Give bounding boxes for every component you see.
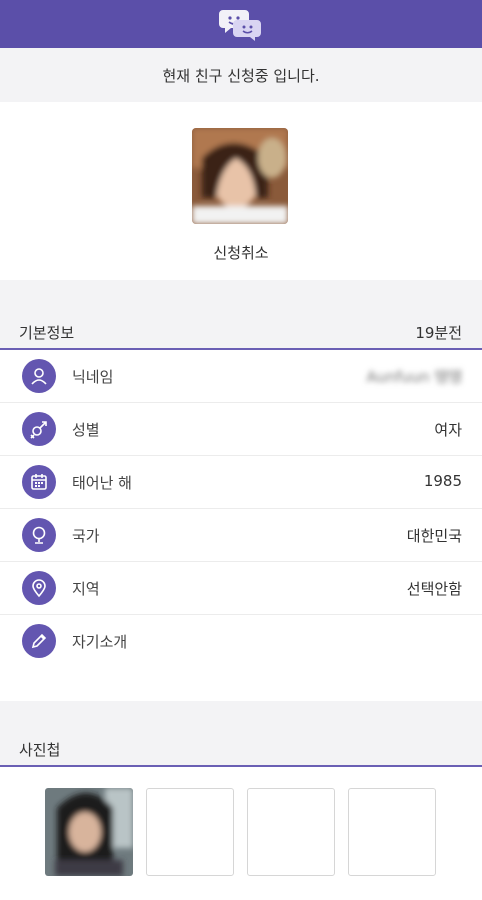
cancel-request-label: 신청취소 (213, 244, 269, 262)
info-row-introduction: 자기소개 (0, 615, 482, 701)
birth-year-label: 태어난 해 (72, 474, 132, 492)
chat-bubbles-icon (219, 10, 261, 41)
basic-info-header: 기본정보 19분전 (0, 308, 482, 350)
album-header: 사진첩 (0, 725, 482, 767)
album-photo-slot-empty[interactable] (247, 788, 335, 876)
app-header (0, 0, 482, 48)
birth-year-value: 1985 (423, 472, 462, 490)
introduction-label: 자기소개 (72, 633, 128, 651)
gender-label: 성별 (72, 421, 100, 439)
photo-album (0, 768, 482, 900)
info-row-region: 지역 선택안함 (0, 562, 482, 615)
calendar-icon (22, 465, 56, 499)
cancel-request-button[interactable]: 신청취소 (0, 242, 482, 263)
location-pin-icon (22, 571, 56, 605)
region-value: 선택안함 (406, 580, 462, 598)
profile-photo[interactable] (192, 128, 288, 224)
friend-request-status: 현재 친구 신청중 입니다. (0, 48, 482, 102)
last-active-time: 19분전 (415, 324, 462, 342)
status-message: 현재 친구 신청중 입니다. (162, 66, 320, 85)
country-value: 대한민국 (406, 527, 462, 545)
person-icon (22, 359, 56, 393)
info-row-birth-year: 태어난 해 1985 (0, 456, 482, 509)
info-row-nickname: 닉네임 Aunfuun 땡땡 (0, 350, 482, 403)
pencil-icon (22, 624, 56, 658)
country-label: 국가 (72, 527, 100, 545)
info-row-country: 국가 대한민국 (0, 509, 482, 562)
album-photo-image (45, 788, 133, 876)
nickname-value: Aunfuun 땡땡 (366, 368, 462, 386)
region-label: 지역 (72, 580, 100, 598)
globe-icon (22, 518, 56, 552)
album-photo[interactable] (45, 788, 133, 876)
info-row-gender: 성별 여자 (0, 403, 482, 456)
profile-area: 신청취소 (0, 102, 482, 280)
basic-info-title: 기본정보 (19, 324, 75, 342)
album-photo-slot-empty[interactable] (348, 788, 436, 876)
section-spacer (0, 701, 482, 725)
profile-photo-image (192, 128, 288, 224)
gender-icon (22, 412, 56, 446)
gender-value: 여자 (434, 421, 462, 439)
section-spacer (0, 280, 482, 308)
album-photo-slot-empty[interactable] (146, 788, 234, 876)
album-title: 사진첩 (19, 741, 61, 759)
nickname-label: 닉네임 (72, 368, 114, 386)
